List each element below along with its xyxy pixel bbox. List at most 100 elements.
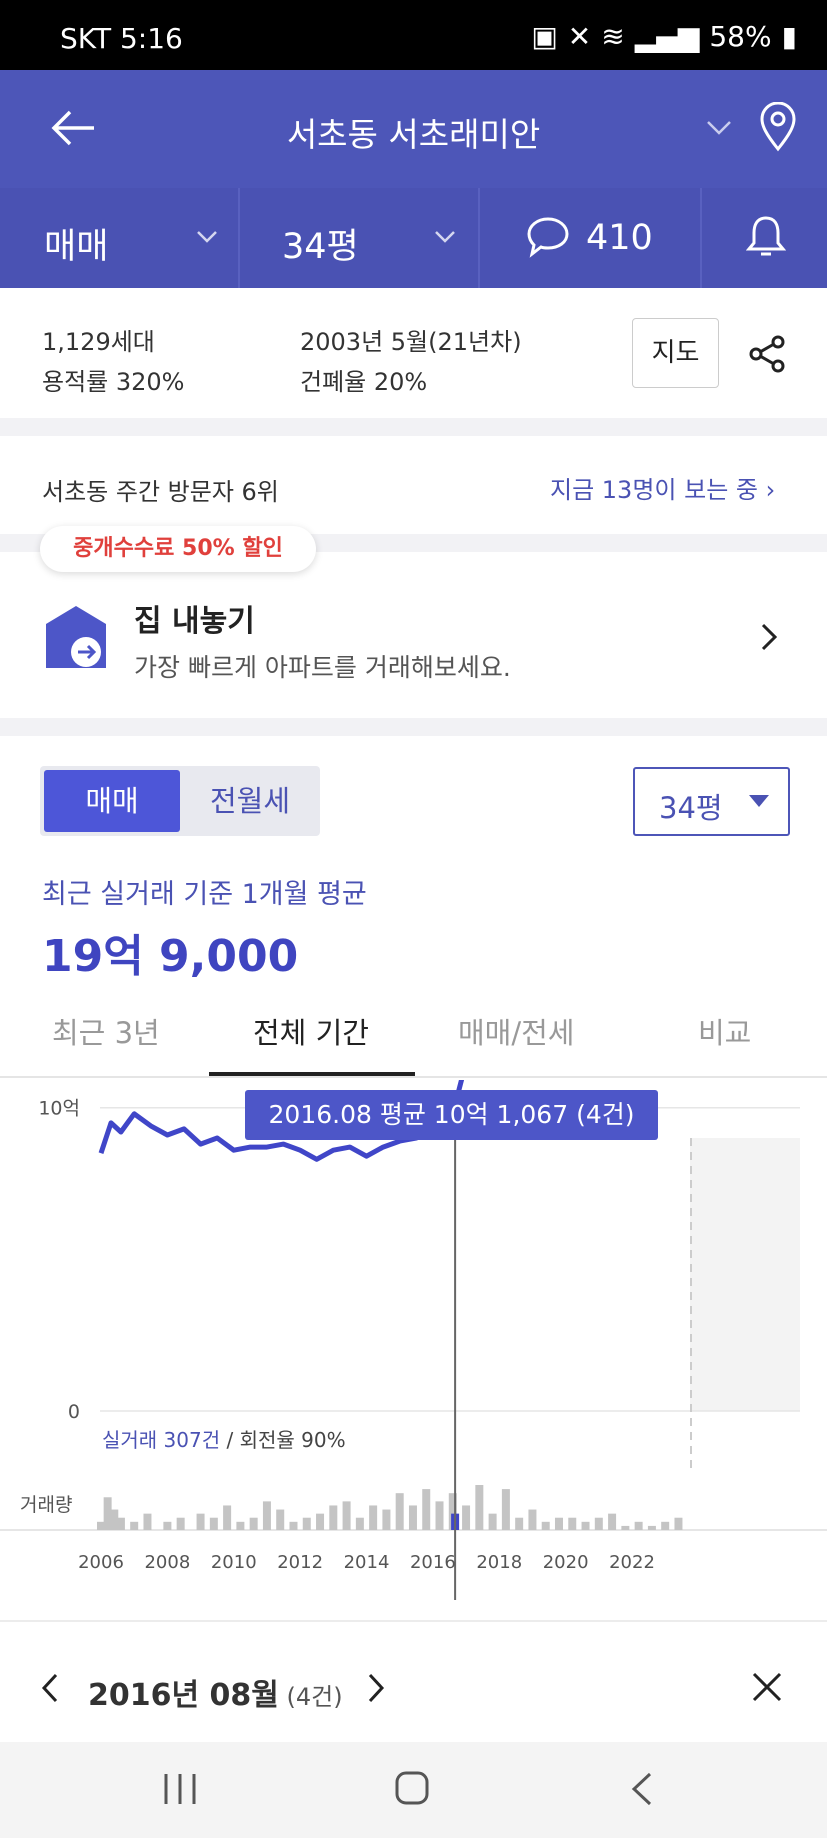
chevron-down-icon [197,231,217,243]
chevron-right-icon: › [765,476,776,504]
volume-bar [515,1517,524,1530]
floor-area-ratio: 용적률 320% [42,368,185,396]
comments-button[interactable]: 410 [480,188,702,288]
volume-bar [143,1513,152,1530]
sell-home-banner[interactable]: 집 내놓기 가장 빠르게 아파트를 거래해보세요. [0,552,827,718]
trade-count: 실거래 307건 [102,1428,221,1452]
volume-bar [196,1513,205,1530]
location-pin-icon[interactable] [758,102,798,152]
volume-bar [395,1493,404,1530]
battery-saver-icon: ▣ [531,20,558,53]
volume-bar [608,1513,617,1530]
volume-bar [236,1521,245,1530]
volume-bar [249,1517,258,1530]
volume-bar [541,1521,550,1530]
volume-label: 거래량 [20,1494,73,1516]
x-tick-label: 2012 [277,1552,323,1573]
signal-icon: ▂▄▆ [634,20,700,53]
trade-type-label: 매매 [44,227,109,267]
visitor-rank: 서초동 주간 방문자 6위 [42,478,279,506]
recent-apps-icon[interactable] [160,1772,200,1806]
tab-recent-3y[interactable]: 최근 3년 [52,1010,160,1052]
status-icons: ▣ ✕ ≋ ▂▄▆ 58% ▮ [531,20,797,53]
volume-bar [163,1521,172,1530]
tab-sale[interactable]: 매매 [44,770,180,832]
trade-type-dropdown[interactable]: 매매 [0,188,240,288]
system-nav-bar [0,1742,827,1838]
section-divider [0,718,827,736]
turnover-rate: / 회전율 90% [220,1428,346,1452]
volume-bar [262,1501,271,1530]
x-tick-label: 2006 [78,1552,124,1573]
section-divider [0,418,827,436]
tab-compare[interactable]: 비교 [698,1010,751,1052]
tab-all-period[interactable]: 전체 기간 [253,1010,369,1052]
y-tick-label: 0 [68,1401,80,1423]
size-dropdown[interactable]: 34평 [240,188,480,288]
volume-bar [408,1505,417,1530]
volume-bar [661,1521,670,1530]
future-area [690,1138,800,1411]
close-icon[interactable] [752,1672,782,1702]
price-caption: 최근 실거래 기준 1개월 평균 [42,879,367,910]
volume-bar [289,1521,298,1530]
x-tick-label: 2020 [543,1552,589,1573]
built-year: 2003년 5월(21년차) [300,328,522,356]
volume-bar [581,1521,590,1530]
tab-sale-jeonse[interactable]: 매매/전세 [458,1010,575,1052]
battery-percent: 58% [709,20,772,53]
volume-bar [316,1513,325,1530]
y-tick-label: 10억 [38,1098,80,1120]
volume-bar [116,1517,125,1530]
chevron-right-icon [761,623,778,651]
building-coverage: 건폐율 20% [300,368,428,396]
speech-bubble-icon [527,217,569,258]
volume-bar [528,1509,537,1530]
house-icon [46,606,106,668]
chart-stats: 실거래 307건 / 회전율 90% [102,1424,346,1453]
volume-bar [276,1509,285,1530]
size-label: 34평 [282,227,359,267]
volume-bar [634,1521,643,1530]
x-tick-label: 2022 [609,1552,655,1573]
volume-bar [674,1517,683,1530]
price-chart[interactable]: 010억20억30억200620082010201220142016201820… [0,1080,827,1600]
chevron-left-icon[interactable] [40,1672,60,1704]
volume-bar [329,1505,338,1530]
active-tab-indicator [209,1072,415,1076]
viewing-now-link[interactable]: 지금 13명이 보는 중 › [550,470,775,505]
alarm-button[interactable] [702,188,827,288]
volume-bar [594,1517,603,1530]
back-icon[interactable] [630,1772,654,1806]
x-tick-label: 2018 [476,1552,522,1573]
chevron-right-icon[interactable] [366,1672,386,1704]
tab-divider [0,1076,827,1078]
volume-bar [647,1525,656,1530]
volume-bar [488,1513,497,1530]
caret-down-icon [749,795,769,807]
map-button[interactable]: 지도 [632,318,719,388]
status-time: SKT 5:16 [60,22,183,55]
mute-icon: ✕ [567,20,592,53]
sell-subtitle: 가장 빠르게 아파트를 거래해보세요. [134,653,511,682]
volume-bar [382,1509,391,1530]
comment-count: 410 [586,218,653,258]
wifi-icon: ≋ [601,20,625,53]
selected-month: 2016년 08월 (4건) [88,1678,343,1713]
tab-rent[interactable]: 전월세 [184,770,316,832]
volume-bar [223,1505,232,1530]
volume-bar [369,1505,378,1530]
volume-bar [176,1517,185,1530]
x-tick-label: 2016 [410,1552,456,1573]
home-icon[interactable] [394,1770,430,1806]
x-tick-label: 2014 [344,1552,390,1573]
share-icon[interactable] [748,334,788,374]
size-select[interactable]: 34평 [633,767,790,836]
volume-bar [621,1525,630,1530]
volume-bar [355,1517,364,1530]
volume-bar [435,1501,444,1530]
app-header: 서초동 서초래미안 [0,70,827,188]
volume-bar [130,1521,139,1530]
chevron-down-icon[interactable] [706,120,732,136]
status-bar: SKT 5:16 ▣ ✕ ≋ ▂▄▆ 58% ▮ [0,0,827,70]
